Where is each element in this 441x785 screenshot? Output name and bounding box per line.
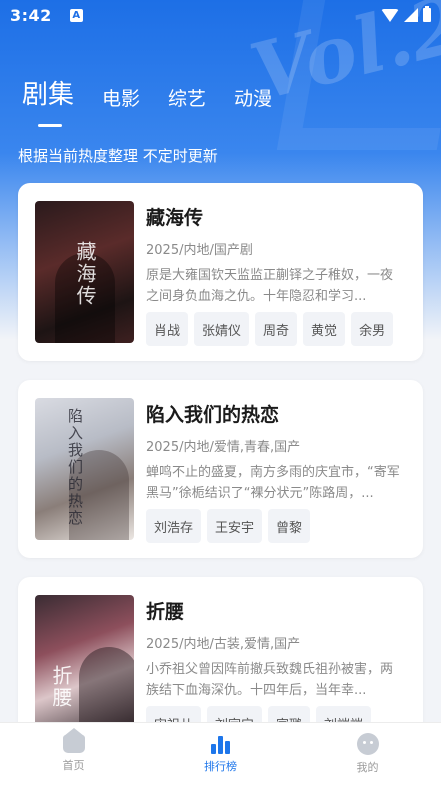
home-icon [62, 728, 85, 753]
cast-chip[interactable]: 刘浩存 [146, 509, 202, 543]
status-bar: 3:42 A [0, 0, 441, 30]
cast-chip[interactable]: 黄觉 [303, 312, 346, 346]
show-description: 蝉鸣不止的盛夏，南方多雨的庆宜市，“寄军黑马”徐栀结识了“裸分状元”陈路周，..… [146, 465, 400, 501]
nav-label: 首页 [62, 759, 85, 772]
show-title[interactable]: 陷入我们的热恋 [146, 400, 279, 427]
ranking-card[interactable]: 藏海传 藏海传 2025/内地/国产剧 原是大雍国钦天监监正蒯铎之子稚奴，一夜之… [18, 183, 423, 361]
show-title[interactable]: 折腰 [146, 597, 184, 624]
status-time: 3:42 [10, 5, 52, 25]
cast-chip[interactable]: 肖战 [146, 312, 189, 346]
tab-variety[interactable]: 综艺 [168, 84, 206, 121]
wifi-icon [381, 8, 399, 22]
me-icon [356, 733, 379, 755]
category-tabs: 剧集 电影 综艺 动漫 [22, 74, 272, 127]
battery-icon [423, 6, 431, 22]
notification-icon: A [69, 8, 83, 22]
poster-image[interactable]: 藏海传 [35, 201, 134, 343]
poster-image[interactable]: 陷入我们的热恋 [35, 398, 134, 540]
poster-title: 藏海传 [73, 241, 97, 307]
cast-chip[interactable]: 周奇 [255, 312, 298, 346]
tab-series[interactable]: 剧集 [22, 74, 74, 127]
cast-chip[interactable]: 余男 [351, 312, 394, 346]
signal-icon [404, 8, 418, 22]
nav-home[interactable]: 首页 [0, 723, 147, 785]
poster-title: 折腰 [49, 665, 73, 709]
show-meta: 2025/内地/国产剧 [146, 243, 253, 258]
cast-chip[interactable]: 王安宇 [207, 509, 263, 543]
tab-movies[interactable]: 电影 [102, 84, 140, 121]
show-description: 原是大雍国钦天监监正蒯铎之子稚奴，一夜之间身负血海之仇。十年隐忍和学习... [146, 268, 394, 304]
cast-list: 刘浩存 王安宇 曾黎 [146, 509, 311, 543]
show-meta: 2025/内地/古装,爱情,国产 [146, 637, 301, 652]
ranking-card[interactable]: 陷入我们的热恋 陷入我们的热恋 2025/内地/爱情,青春,国产 蝉鸣不止的盛夏… [18, 380, 423, 558]
poster-title: 陷入我们的热恋 [66, 408, 84, 527]
update-note: 根据当前热度整理 不定时更新 [18, 147, 218, 165]
show-description: 小乔祖父曾因阵前撤兵致魏氏祖孙被害，两族结下血海深仇。十四年后，当年幸... [146, 662, 394, 698]
nav-ranking[interactable]: 排行榜 [147, 723, 294, 785]
nav-label: 排行榜 [204, 760, 237, 773]
tab-anime[interactable]: 动漫 [234, 84, 272, 121]
show-meta: 2025/内地/爱情,青春,国产 [146, 440, 301, 455]
cast-chip[interactable]: 曾黎 [268, 509, 311, 543]
cast-list: 肖战 张婧仪 周奇 黄觉 余男 [146, 312, 394, 346]
poster-image[interactable]: 折腰 [35, 595, 134, 737]
cast-chip[interactable]: 张婧仪 [194, 312, 250, 346]
show-title[interactable]: 藏海传 [146, 203, 203, 230]
nav-label: 我的 [356, 761, 379, 774]
rank-icon [211, 734, 230, 754]
bottom-nav: 首页 排行榜 我的 [0, 722, 441, 785]
nav-me[interactable]: 我的 [294, 723, 441, 785]
